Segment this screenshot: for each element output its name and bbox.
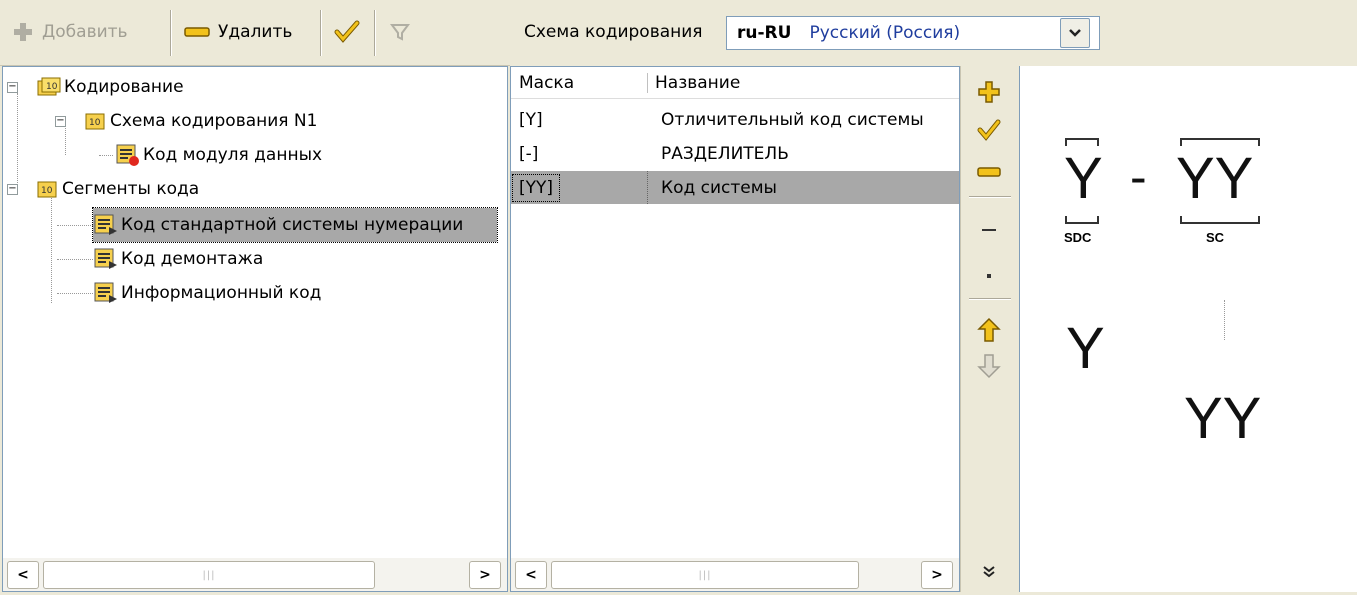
tree-label-segment: Информационный код <box>121 283 322 303</box>
tree-label-coding: Кодирование <box>64 77 184 97</box>
collapse-icon[interactable]: − <box>7 81 18 93</box>
scroll-left-icon[interactable]: < <box>515 561 547 589</box>
grid-row-selected[interactable]: [YY] Код системы <box>511 171 959 204</box>
preview-detail-sdc: Y <box>1066 316 1105 381</box>
plus-icon <box>14 23 32 41</box>
apply-button[interactable] <box>334 8 360 56</box>
more-button[interactable] <box>973 556 1005 588</box>
delete-button[interactable]: Удалить <box>184 8 292 56</box>
plus-icon <box>978 81 1000 103</box>
preview-part-sc: YY <box>1176 146 1254 211</box>
add-button-label: Добавить <box>42 22 128 42</box>
insert-dash-button[interactable] <box>973 214 1005 246</box>
tree-item-scheme[interactable]: − 10 Схема кодирования N1 <box>55 104 317 138</box>
grid-cell-name: Отличительный код системы <box>661 109 924 130</box>
filter-icon <box>390 24 410 41</box>
locale-code: ru-RU <box>737 23 792 43</box>
tree-item-segment[interactable]: Код демонтажа <box>93 242 263 276</box>
delete-button-label: Удалить <box>218 22 293 42</box>
tree-horizontal-scrollbar[interactable]: < ||| > <box>3 557 507 591</box>
scheme-header: Схема кодирования ru-RU Русский (Россия) <box>510 0 1357 66</box>
tree-item-data-module-code[interactable]: Код модуля данных <box>115 138 322 172</box>
folder-group-icon: 10 <box>37 77 61 96</box>
scroll-right-icon[interactable]: > <box>921 561 953 589</box>
preview-label-sc: SC <box>1206 230 1225 245</box>
add-row-button[interactable] <box>973 76 1005 108</box>
folder-icon: 10 <box>37 181 57 198</box>
svg-text:10: 10 <box>46 82 58 92</box>
tree-panel: − 10 Кодирование − 10 Схема кодирования … <box>2 66 508 592</box>
grid-header: Маска Название <box>511 67 959 99</box>
grid-cell-name: Код системы <box>661 177 777 198</box>
arrow-up-icon <box>977 317 1001 342</box>
grid-row[interactable]: [-] РАЗДЕЛИТЕЛЬ <box>511 137 959 170</box>
preview-part-sdc: Y <box>1064 146 1103 211</box>
scroll-right-icon[interactable]: > <box>469 561 501 589</box>
document-error-icon <box>116 144 139 166</box>
tree-item-segment[interactable]: Код стандартной системы нумерации <box>92 207 498 243</box>
column-header-name[interactable]: Название <box>655 73 740 93</box>
tree-label-data-module-code: Код модуля данных <box>143 145 323 165</box>
locale-name: Русский (Россия) <box>809 23 961 43</box>
tree-label-segment: Код стандартной системы нумерации <box>121 215 464 235</box>
code-preview: Y - YY SDC SC Y YY <box>1019 66 1357 592</box>
double-chevron-down-icon <box>983 566 995 578</box>
tree-label-segment: Код демонтажа <box>121 249 264 269</box>
move-down-button[interactable] <box>973 350 1005 382</box>
preview-detail-sc: YY <box>1184 386 1262 451</box>
dropdown-button[interactable] <box>1060 18 1090 48</box>
filter-button[interactable] <box>388 8 412 56</box>
delete-row-button[interactable] <box>973 156 1005 188</box>
scroll-thumb[interactable]: ||| <box>551 561 859 589</box>
grid-horizontal-scrollbar[interactable]: < ||| > <box>511 557 959 591</box>
column-header-mask[interactable]: Маска <box>519 73 574 93</box>
dot-icon <box>987 274 991 278</box>
move-up-button[interactable] <box>973 314 1005 346</box>
chevron-down-icon <box>1069 29 1081 37</box>
preview-separator: - <box>1130 149 1147 205</box>
grid-cell-mask: [Y] <box>519 109 543 130</box>
collapse-icon[interactable]: − <box>55 115 66 127</box>
tree-item-segments[interactable]: − 10 Сегменты кода <box>7 172 199 206</box>
tree-item-segment[interactable]: Информационный код <box>93 276 321 310</box>
arrow-down-icon <box>977 354 1001 379</box>
insert-dot-button[interactable] <box>973 260 1005 292</box>
add-button[interactable]: Добавить <box>12 8 128 56</box>
checkmark-icon <box>334 20 360 43</box>
grid-cell-name: РАЗДЕЛИТЕЛЬ <box>661 143 789 164</box>
document-icon <box>94 214 117 235</box>
grid-cell-mask: [-] <box>519 143 539 164</box>
apply-row-button[interactable] <box>973 114 1005 146</box>
document-icon <box>94 248 117 269</box>
document-icon <box>94 282 117 303</box>
tree-label-segments: Сегменты кода <box>62 179 200 199</box>
folder-icon: 10 <box>85 113 105 130</box>
grid-cell-mask[interactable]: [YY] <box>511 173 561 202</box>
mask-grid: Маска Название [Y] Отличительный код сис… <box>510 66 960 592</box>
left-toolbar: Добавить Удалить <box>0 0 510 66</box>
checkmark-icon <box>977 119 1001 141</box>
minus-icon <box>184 27 210 37</box>
grid-row[interactable]: [Y] Отличительный код системы <box>511 103 959 136</box>
dash-icon <box>982 229 996 231</box>
minus-icon <box>977 167 1001 177</box>
collapse-icon[interactable]: − <box>7 183 18 195</box>
preview-label-sdc: SDC <box>1064 230 1092 245</box>
svg-text:10: 10 <box>41 186 53 196</box>
scroll-left-icon[interactable]: < <box>7 561 39 589</box>
grid-toolbar <box>960 66 1018 592</box>
tree-label-scheme: Схема кодирования N1 <box>110 111 318 131</box>
tree-item-coding[interactable]: − 10 Кодирование <box>7 70 184 104</box>
svg-text:10: 10 <box>89 118 101 128</box>
locale-select[interactable]: ru-RU Русский (Россия) <box>726 16 1100 50</box>
scroll-thumb[interactable]: ||| <box>43 561 375 589</box>
scheme-label: Схема кодирования <box>524 22 703 42</box>
